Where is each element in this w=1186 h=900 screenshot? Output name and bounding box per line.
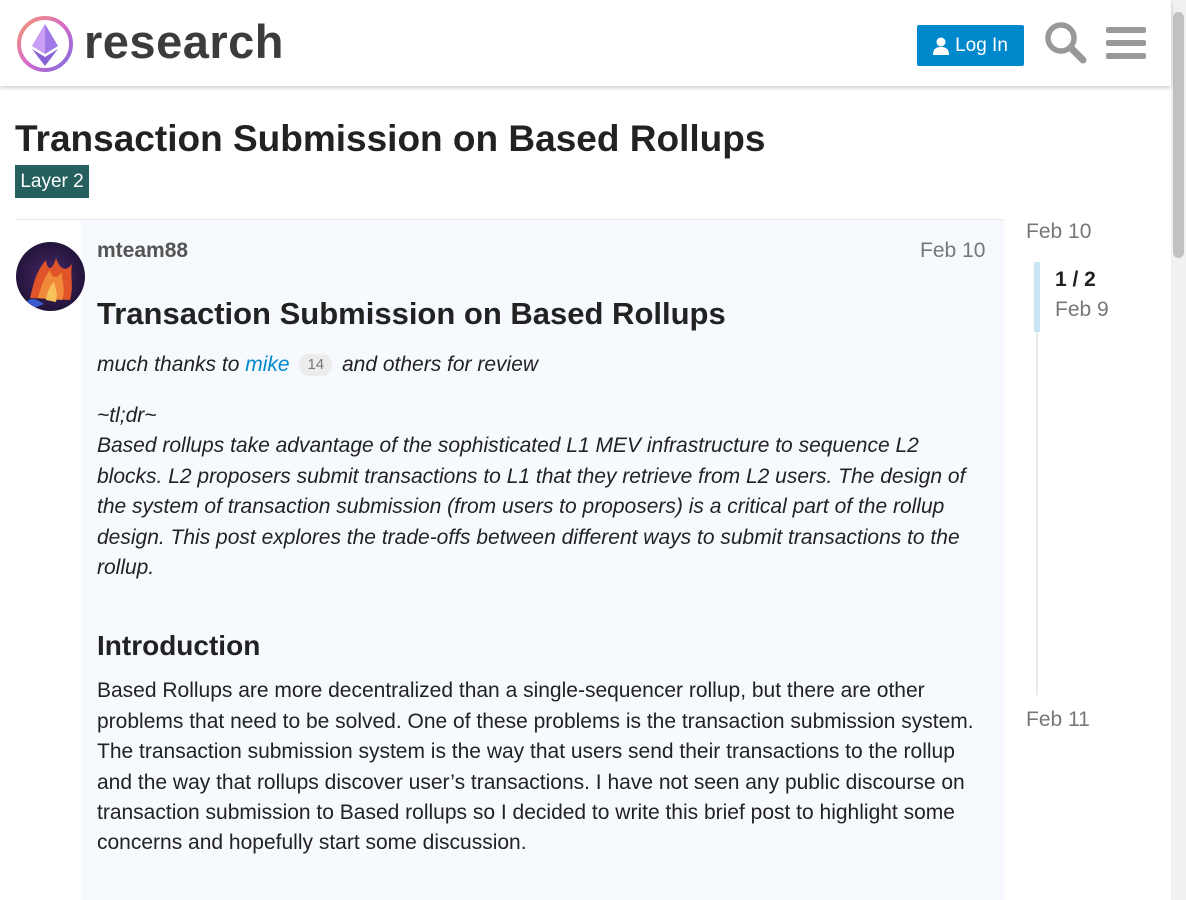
post-date[interactable]: Feb 10	[920, 239, 985, 263]
site-logo-icon[interactable]	[16, 15, 74, 73]
timeline-end-date[interactable]: Feb 11	[1026, 708, 1090, 732]
mention-count-badge: 14	[299, 354, 333, 376]
category-badge[interactable]: Layer 2	[15, 165, 89, 198]
search-icon[interactable]	[1043, 20, 1087, 64]
timeline-scroll-handle[interactable]	[1034, 262, 1040, 332]
timeline-post-counter: 1 / 2	[1055, 268, 1096, 291]
tldr-paragraph: ~tl;dr~ Based rollups take advantage of t…	[97, 401, 987, 583]
post-heading: Transaction Submission on Based Rollups	[97, 296, 726, 331]
user-mention-link[interactable]: mike	[245, 353, 289, 376]
tldr-text: Based rollups take advantage of the soph…	[97, 434, 966, 580]
timeline-current-date: Feb 9	[1055, 298, 1109, 321]
user-icon	[933, 37, 950, 55]
section-heading: Introduction	[97, 630, 261, 662]
intro-paragraph: Based Rollups are more decentralized tha…	[97, 679, 974, 855]
post-thanks: much thanks to mike 14 and others for re…	[97, 350, 987, 380]
login-button[interactable]: Log In	[917, 25, 1024, 66]
topic-title[interactable]: Transaction Submission on Based Rollups	[15, 118, 765, 160]
tldr-marker: ~tl;dr~	[97, 404, 157, 427]
user-avatar[interactable]	[16, 242, 85, 311]
thanks-suffix: and others for review	[341, 353, 539, 376]
login-label: Log In	[955, 34, 1008, 56]
post-username[interactable]: mteam88	[97, 239, 188, 263]
site-header: research Log In	[0, 0, 1171, 86]
site-name[interactable]: research	[84, 14, 284, 69]
timeline-start-date[interactable]: Feb 10	[1026, 220, 1091, 244]
post-content: Transaction Submission on Based Rollups …	[97, 290, 987, 859]
thanks-prefix: much thanks to	[97, 353, 240, 376]
hamburger-menu-icon[interactable]	[1106, 24, 1146, 62]
scrollbar-thumb[interactable]	[1173, 12, 1184, 258]
